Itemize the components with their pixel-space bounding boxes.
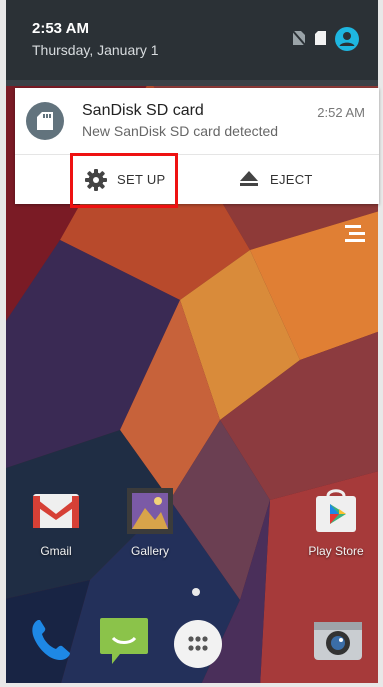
camera-icon[interactable] bbox=[312, 614, 364, 666]
gmail-label: Gmail bbox=[40, 544, 72, 558]
eject-button[interactable]: EJECT bbox=[230, 158, 350, 200]
eject-label: EJECT bbox=[270, 172, 313, 187]
notification-app-avatar bbox=[26, 102, 64, 140]
no-sim-icon bbox=[292, 30, 306, 46]
app-gallery[interactable]: Gallery bbox=[110, 486, 190, 576]
app-drawer-icon[interactable] bbox=[172, 618, 224, 670]
highlight-box bbox=[70, 153, 178, 208]
screen-frame-bottom bbox=[0, 683, 383, 687]
notification-text: New SanDisk SD card detected bbox=[82, 123, 279, 139]
gallery-icon bbox=[127, 488, 173, 534]
app-play-store[interactable]: Play Store bbox=[296, 486, 376, 576]
notification-time: 2:52 AM bbox=[317, 105, 365, 120]
eject-icon bbox=[240, 171, 258, 186]
play-store-label: Play Store bbox=[308, 544, 364, 558]
status-date: Thursday, January 1 bbox=[32, 42, 159, 58]
phone-icon[interactable] bbox=[24, 614, 76, 666]
app-gmail[interactable]: Gmail bbox=[16, 486, 96, 576]
status-time: 2:53 AM bbox=[32, 20, 89, 37]
messaging-icon[interactable] bbox=[98, 614, 150, 666]
notification-header[interactable]: SanDisk SD card 2:52 AM New SanDisk SD c… bbox=[15, 88, 379, 154]
gallery-label: Gallery bbox=[130, 544, 169, 558]
notification-title: SanDisk SD card bbox=[82, 102, 204, 119]
screen-frame-left bbox=[0, 0, 6, 687]
gmail-icon bbox=[33, 494, 79, 528]
user-account-icon[interactable] bbox=[335, 27, 359, 51]
sd-card-icon bbox=[37, 112, 53, 130]
page-indicator bbox=[192, 588, 200, 596]
android-screen: 2:53 AM Thursday, January 1 SanDisk SD c… bbox=[0, 0, 383, 687]
play-store-icon bbox=[316, 489, 356, 532]
shade-divider bbox=[6, 80, 378, 86]
menu-lines-icon[interactable] bbox=[343, 224, 367, 244]
sd-card-icon bbox=[315, 31, 326, 45]
